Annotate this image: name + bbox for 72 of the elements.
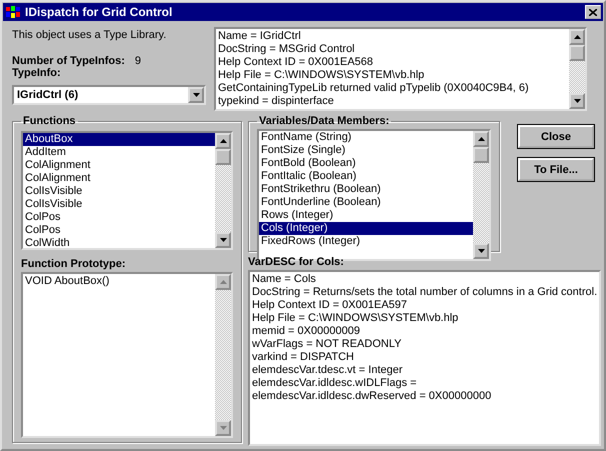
vardesc-line: elemdescVar.tdesc.vt = Integer xyxy=(252,364,404,377)
scroll-thumb[interactable] xyxy=(473,147,489,163)
list-item[interactable]: FontName (String) xyxy=(259,131,473,144)
list-item[interactable]: FontBold (Boolean) xyxy=(259,157,473,170)
scroll-thumb[interactable] xyxy=(215,149,231,165)
list-item[interactable]: ColPos xyxy=(23,211,215,224)
info-line: GetContainingTypeLib returned valid pTypelib (0X0040C9B4, 6) xyxy=(218,82,530,95)
info-line: Help Context ID = 0X001EA568 xyxy=(218,56,374,69)
info-line: Name = IGridCtrl xyxy=(218,30,302,43)
vardesc-line: Name = Cols xyxy=(252,273,317,286)
vardesc-line: wVarFlags = NOT READONLY xyxy=(252,338,402,351)
scroll-thumb[interactable] xyxy=(569,45,586,61)
down-arrow-icon xyxy=(192,93,200,97)
vardesc-line: DocString = Returns/sets the total number of columns in a Grid control. xyxy=(252,286,598,299)
list-item[interactable]: Cols (Integer) xyxy=(259,222,473,235)
scrollbar[interactable] xyxy=(473,131,489,259)
list-item[interactable]: Rows (Integer) xyxy=(259,209,473,222)
scroll-up-button[interactable] xyxy=(473,131,489,147)
info-line: DocString = MSGrid Control xyxy=(218,43,356,56)
list-item[interactable]: ColAlignment xyxy=(23,172,215,185)
info-text: This object uses a Type Library. xyxy=(12,29,168,41)
list-item[interactable]: FontUnderline (Boolean) xyxy=(259,196,473,209)
app-icon xyxy=(5,5,21,19)
list-item[interactable]: FontStrikethru (Boolean) xyxy=(259,183,473,196)
vardesc-line: elemdescVar.idldesc.dwReserved = 0X00000000 xyxy=(252,390,492,403)
list-item[interactable]: FontSize (Single) xyxy=(259,144,473,157)
typeinfo-label: TypeInfo: xyxy=(12,67,62,79)
vardesc-line: Help File = C:\WINDOWS\SYSTEM\vb.hlp xyxy=(252,312,460,325)
down-arrow-icon xyxy=(220,238,226,242)
up-arrow-icon xyxy=(478,137,484,141)
close-icon xyxy=(589,8,597,16)
down-arrow-icon xyxy=(574,99,581,103)
scroll-down-button[interactable] xyxy=(215,232,231,248)
group-label: Variables/Data Members: xyxy=(258,115,390,127)
info-line: typekind = dispinterface xyxy=(218,95,335,108)
list-item[interactable]: ColAlignment xyxy=(23,159,215,172)
vardesc-line: memid = 0X00000009 xyxy=(252,325,361,338)
prototype-line: VOID AboutBox() xyxy=(25,275,110,288)
up-arrow-icon xyxy=(220,139,226,143)
vardesc-line: Help Context ID = 0X001EA597 xyxy=(252,299,408,312)
scroll-down-button[interactable] xyxy=(473,243,489,259)
list-item[interactable]: AddItem xyxy=(23,146,215,159)
down-arrow-icon xyxy=(478,249,484,253)
scroll-up-button[interactable] xyxy=(215,133,231,149)
list-item[interactable]: ColPos xyxy=(23,224,215,237)
info-line: Help File = C:\WINDOWS\SYSTEM\vb.hlp xyxy=(218,69,426,82)
list-item[interactable]: FontItalic (Boolean) xyxy=(259,170,473,183)
down-arrow-icon xyxy=(220,426,226,430)
dialog-button[interactable]: Close xyxy=(518,125,594,148)
group-label: Functions xyxy=(22,115,77,127)
list-item[interactable]: ColWidth xyxy=(23,237,215,248)
count-label: Number of TypeInfos: xyxy=(12,55,125,67)
window-title: IDispatch for Grid Control xyxy=(25,5,174,19)
dialog-button[interactable]: To File... xyxy=(518,158,594,181)
vardesc-line: varkind = DISPATCH xyxy=(252,351,355,364)
close-button[interactable] xyxy=(585,5,601,19)
list-item[interactable]: AboutBox xyxy=(23,133,215,146)
vardesc-line: elemdescVar.idldesc.wIDLFlags = xyxy=(252,377,418,390)
count-value: 9 xyxy=(134,55,141,67)
scrollbar[interactable] xyxy=(569,29,586,109)
scroll-down-button[interactable] xyxy=(569,93,586,109)
typeinfo-dropdown[interactable]: IGridCtrl (6) xyxy=(12,85,206,105)
prototype-label: Function Prototype: xyxy=(21,258,126,270)
scroll-up-button[interactable] xyxy=(569,29,586,45)
vardesc-label: VarDESC for Cols: xyxy=(248,256,345,268)
list-item[interactable]: ColIsVisible xyxy=(23,198,215,211)
dropdown-button[interactable] xyxy=(188,87,204,103)
scrollbar[interactable] xyxy=(215,133,231,248)
list-item[interactable]: FixedRows (Integer) xyxy=(259,235,473,248)
up-arrow-icon xyxy=(574,35,581,39)
list-item[interactable]: ColIsVisible xyxy=(23,185,215,198)
up-arrow-icon xyxy=(220,280,226,284)
